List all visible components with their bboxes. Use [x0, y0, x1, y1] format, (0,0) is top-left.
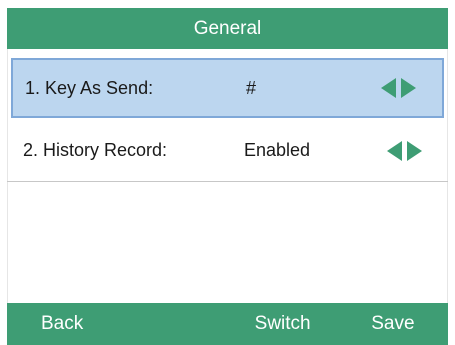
softkey-bar: Back Switch Save [7, 303, 448, 345]
setting-label: 1. Key As Send: [25, 77, 154, 98]
triangle-right-icon[interactable] [407, 140, 422, 161]
value-switch-arrows[interactable] [387, 120, 422, 181]
save-softkey[interactable]: Save [338, 303, 448, 345]
back-softkey[interactable]: Back [7, 303, 117, 345]
empty-softkey[interactable] [117, 303, 227, 345]
setting-value: Enabled [244, 140, 311, 160]
switch-softkey[interactable]: Switch [228, 303, 338, 345]
title-bar: General [7, 8, 448, 49]
triangle-right-icon[interactable] [401, 78, 416, 98]
triangle-left-icon[interactable] [381, 78, 396, 98]
triangle-left-icon[interactable] [387, 140, 402, 161]
setting-value: # [246, 77, 257, 98]
page-title: General [193, 17, 262, 39]
setting-row-history-record[interactable]: 2. History Record: Enabled [7, 120, 448, 182]
setting-row-key-as-send[interactable]: 1. Key As Send: # [11, 58, 444, 118]
phone-screen: General 1. Key As Send: # 2. History Rec… [0, 0, 455, 345]
value-switch-arrows[interactable] [381, 60, 416, 116]
setting-label: 2. History Record: [23, 140, 168, 160]
